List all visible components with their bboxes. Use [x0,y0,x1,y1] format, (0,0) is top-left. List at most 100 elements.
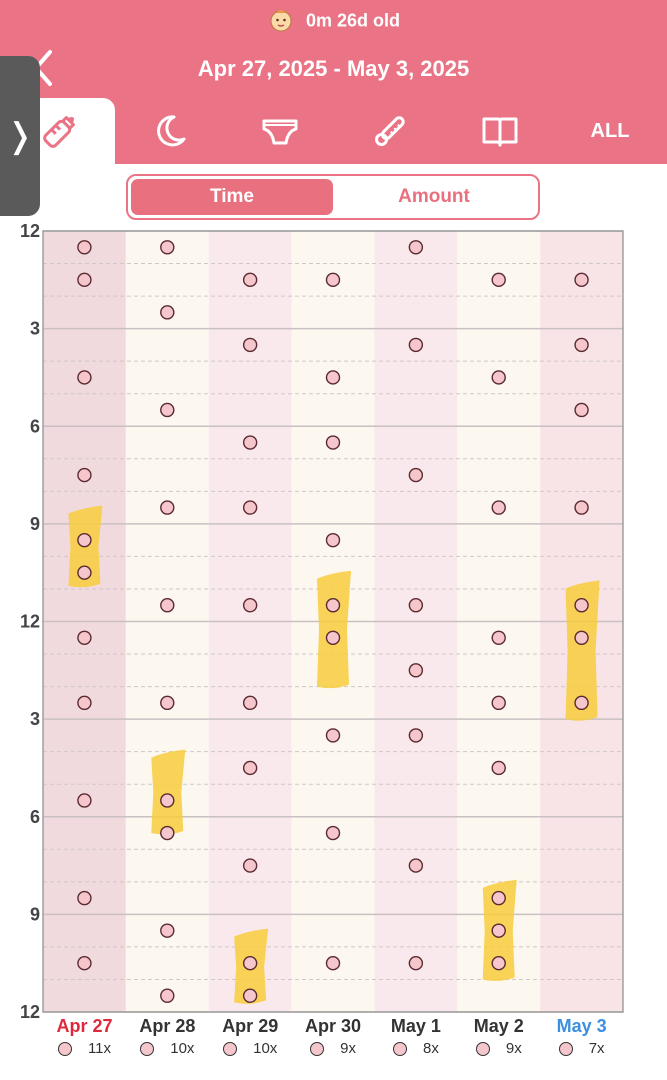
side-drawer-handle[interactable]: ❭ [0,56,40,216]
day-label: Apr 29 [222,1016,279,1036]
feeding-dot [77,695,92,711]
y-tick-label: 12 [20,1002,40,1020]
feeding-dot [574,272,589,288]
feeding-dot [325,825,341,841]
feeding-dot [160,793,175,808]
feeding-dot [242,272,258,288]
tab-journal[interactable] [445,98,555,164]
feeding-dot [160,988,175,1003]
tab-diaper[interactable] [225,98,335,164]
feeding-dot [325,435,341,450]
y-tick-label: 12 [20,221,40,241]
feeding-dot [242,955,258,971]
feeding-time-chart: 12 3 6 9 12 3 6 9 12 [20,221,624,1020]
y-tick-label: 12 [20,612,40,632]
feeding-count-icon [57,1041,72,1056]
view-segmented-control: Time Amount [126,174,540,220]
sleep-highlight [151,749,186,835]
moon-icon [157,115,186,147]
feeding-dot [242,435,258,450]
day-label: May 3 [556,1016,607,1036]
day-label: Apr 28 [139,1016,196,1036]
feeding-dot [491,760,506,776]
day-label: Apr 30 [305,1016,362,1036]
date-range[interactable]: Apr 27, 2025 - May 3, 2025 [0,56,667,82]
segment-amount-button[interactable]: Amount [333,179,535,215]
feeding-dot [574,500,589,515]
baby-face-icon [267,6,295,37]
feeding-dot [77,793,92,808]
tab-sleep[interactable] [115,98,225,164]
day-count: 9x [457,1040,540,1057]
feeding-dot [491,923,506,938]
tab-health[interactable] [335,98,445,164]
feeding-dot [160,305,175,320]
feeding-dot [77,630,92,645]
feeding-dot [160,598,175,613]
feeding-dot [242,500,258,515]
book-icon [482,117,518,147]
feeding-dot [574,598,589,613]
y-tick-label: 6 [30,807,40,827]
feeding-dot [408,858,424,873]
bottle-icon [43,116,75,148]
age-text: 0m 26d old [305,10,401,31]
y-tick-label: 9 [30,514,40,534]
feeding-dot [491,272,506,288]
y-tick-label: 6 [30,416,40,436]
day-count: 8x [374,1040,457,1057]
feeding-dot [408,240,424,255]
feeding-dot [574,402,589,418]
feeding-dot [491,695,506,711]
feeding-dot [491,955,506,971]
count-text: 11x [87,1040,112,1057]
day-label: Apr 27 [56,1016,113,1036]
feeding-dot [408,955,424,971]
feeding-dot [242,988,258,1003]
feeding-dot [574,695,589,711]
feeding-count-icon [310,1041,325,1056]
feeding-count-icon [475,1041,490,1056]
day-count: 11x [43,1040,126,1057]
feeding-dot [160,825,175,841]
feeding-count-icon [140,1041,155,1056]
feeding-dot [77,467,92,483]
day-count: 10x [209,1040,292,1057]
feeding-dot [325,630,341,645]
feeding-count-icon [558,1041,573,1056]
feeding-count-icon [223,1041,238,1056]
feeding-dot [242,858,258,873]
diaper-icon [262,119,298,145]
chevron-right-icon: ❭ [5,117,35,155]
sleep-highlight [317,570,351,689]
feeding-dot [408,728,424,743]
feeding-dot [408,663,424,678]
feeding-dot [325,598,341,613]
feeding-dot [325,370,341,385]
day-count: 10x [126,1040,209,1057]
count-text: 7x [588,1040,605,1057]
feeding-dot [491,500,506,515]
feeding-dot [491,630,506,645]
y-tick-label: 3 [30,709,40,729]
feeding-dot [160,695,175,711]
feeding-dot [242,695,258,711]
feeding-dot [242,337,258,353]
feeding-dot [160,923,175,938]
feeding-dot [77,532,92,548]
count-text: 9x [340,1040,356,1057]
tab-all[interactable]: ALL [555,98,665,164]
baby-age: 0m 26d old [0,6,667,37]
feeding-dot [574,630,589,645]
feeding-dot [160,402,175,418]
feeding-dot [160,240,175,255]
count-text: 10x [253,1040,278,1057]
feeding-dot [325,532,341,548]
feeding-dot [77,370,92,385]
feeding-dot [325,955,341,971]
segment-time-button[interactable]: Time [131,179,333,215]
feeding-dot [491,890,506,906]
day-count: 9x [292,1040,375,1057]
y-tick-label: 3 [30,319,40,339]
count-text: 10x [170,1040,195,1057]
